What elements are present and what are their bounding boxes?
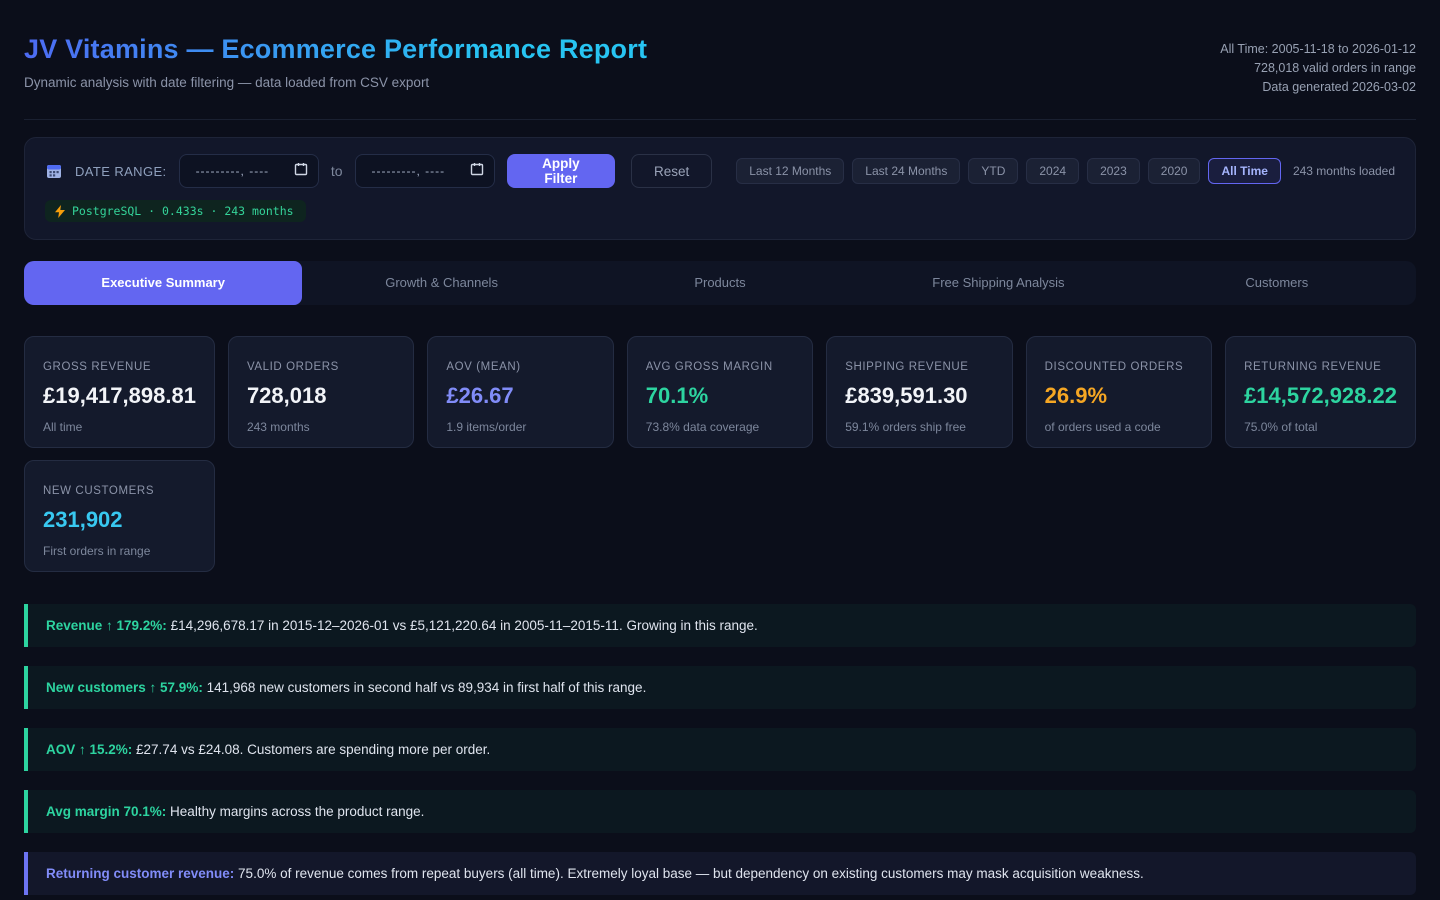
date-picker-icon[interactable] xyxy=(294,162,308,181)
page-subtitle: Dynamic analysis with date filtering — d… xyxy=(24,75,647,90)
kpi-sub: 59.1% orders ship free xyxy=(845,420,993,434)
tab-bar: Executive Summary Growth & Channels Prod… xyxy=(24,261,1416,305)
kpi-card-new-customers: NEW CUSTOMERS 231,902 First orders in ra… xyxy=(24,460,215,572)
tab-products[interactable]: Products xyxy=(581,261,859,305)
end-date-input[interactable]: ---------, ---- xyxy=(355,154,495,188)
header-meta: All Time: 2005-11-18 to 2026-01-12 728,0… xyxy=(1220,34,1416,97)
start-date-placeholder: ---------, ---- xyxy=(196,164,270,178)
insight-lead: AOV ↑ 15.2%: xyxy=(46,742,132,757)
kpi-value: £14,572,928.22 xyxy=(1244,383,1397,409)
date-picker-icon[interactable] xyxy=(470,162,484,181)
chip-all-time[interactable]: All Time xyxy=(1208,158,1280,184)
insight-body: 141,968 new customers in second half vs … xyxy=(203,680,647,695)
kpi-label: RETURNING REVENUE xyxy=(1244,361,1397,373)
kpi-value: £839,591.30 xyxy=(845,383,993,409)
insight-revenue-growth: Revenue ↑ 179.2%: £14,296,678.17 in 2015… xyxy=(24,604,1416,647)
kpi-card-aov-mean: AOV (MEAN) £26.67 1.9 items/order xyxy=(427,336,613,448)
tab-growth-channels[interactable]: Growth & Channels xyxy=(302,261,580,305)
insight-lead: Revenue ↑ 179.2%: xyxy=(46,618,167,633)
kpi-grid: GROSS REVENUE £19,417,898.81 All time VA… xyxy=(24,336,1416,572)
tab-free-shipping-analysis[interactable]: Free Shipping Analysis xyxy=(859,261,1137,305)
quick-filter-chips: Last 12 Months Last 24 Months YTD 2024 2… xyxy=(736,158,1281,184)
kpi-label: DISCOUNTED ORDERS xyxy=(1045,361,1193,373)
kpi-label: SHIPPING REVENUE xyxy=(845,361,993,373)
reset-button[interactable]: Reset xyxy=(631,154,712,188)
insight-text: New customers ↑ 57.9%: 141,968 new custo… xyxy=(46,680,646,695)
date-range-label: DATE RANGE: xyxy=(75,164,167,179)
tab-executive-summary[interactable]: Executive Summary xyxy=(24,261,302,305)
kpi-label: AVG GROSS MARGIN xyxy=(646,361,794,373)
kpi-value: 26.9% xyxy=(1045,383,1193,409)
kpi-card-gross-revenue: GROSS REVENUE £19,417,898.81 All time xyxy=(24,336,215,448)
insight-lead: Returning customer revenue: xyxy=(46,866,234,881)
insight-lead: New customers ↑ 57.9%: xyxy=(46,680,203,695)
kpi-value: £19,417,898.81 xyxy=(43,383,196,409)
tab-customers[interactable]: Customers xyxy=(1138,261,1416,305)
insight-text: Avg margin 70.1%: Healthy margins across… xyxy=(46,804,424,819)
calendar-icon xyxy=(45,162,63,180)
kpi-label: AOV (MEAN) xyxy=(446,361,594,373)
filter-row: DATE RANGE: ---------, ---- to ---------… xyxy=(45,154,1395,188)
kpi-sub: First orders in range xyxy=(43,544,196,558)
kpi-label: VALID ORDERS xyxy=(247,361,395,373)
to-label: to xyxy=(331,163,343,179)
insights-list: Revenue ↑ 179.2%: £14,296,678.17 in 2015… xyxy=(24,604,1416,895)
insight-returning-revenue: Returning customer revenue: 75.0% of rev… xyxy=(24,852,1416,895)
kpi-value: 231,902 xyxy=(43,507,196,533)
months-loaded-text: 243 months loaded xyxy=(1293,164,1395,178)
insight-body: £14,296,678.17 in 2015-12–2026-01 vs £5,… xyxy=(167,618,758,633)
kpi-sub: 73.8% data coverage xyxy=(646,420,794,434)
kpi-value: 70.1% xyxy=(646,383,794,409)
lightning-icon xyxy=(55,205,65,218)
kpi-label: GROSS REVENUE xyxy=(43,361,196,373)
chip-last-12-months[interactable]: Last 12 Months xyxy=(736,158,844,184)
start-date-input[interactable]: ---------, ---- xyxy=(179,154,319,188)
kpi-sub: All time xyxy=(43,420,196,434)
kpi-sub: of orders used a code xyxy=(1045,420,1193,434)
kpi-label: NEW CUSTOMERS xyxy=(43,485,196,497)
kpi-sub: 75.0% of total xyxy=(1244,420,1397,434)
chip-ytd[interactable]: YTD xyxy=(968,158,1018,184)
filter-panel: DATE RANGE: ---------, ---- to ---------… xyxy=(24,137,1416,240)
insight-body: Healthy margins across the product range… xyxy=(166,804,424,819)
db-status-text: PostgreSQL · 0.433s · 243 months xyxy=(72,204,294,218)
insight-new-customers: New customers ↑ 57.9%: 141,968 new custo… xyxy=(24,666,1416,709)
kpi-value: 728,018 xyxy=(247,383,395,409)
report-header: JV Vitamins — Ecommerce Performance Repo… xyxy=(24,0,1416,120)
insight-aov: AOV ↑ 15.2%: £27.74 vs £24.08. Customers… xyxy=(24,728,1416,771)
kpi-card-discounted-orders: DISCOUNTED ORDERS 26.9% of orders used a… xyxy=(1026,336,1212,448)
meta-generated: Data generated 2026-03-02 xyxy=(1220,78,1416,97)
kpi-card-valid-orders: VALID ORDERS 728,018 243 months xyxy=(228,336,414,448)
chip-2024[interactable]: 2024 xyxy=(1026,158,1079,184)
kpi-sub: 243 months xyxy=(247,420,395,434)
insight-text: AOV ↑ 15.2%: £27.74 vs £24.08. Customers… xyxy=(46,742,490,757)
insight-text: Revenue ↑ 179.2%: £14,296,678.17 in 2015… xyxy=(46,618,758,633)
insight-lead: Avg margin 70.1%: xyxy=(46,804,166,819)
kpi-sub: 1.9 items/order xyxy=(446,420,594,434)
kpi-card-avg-gross-margin: AVG GROSS MARGIN 70.1% 73.8% data covera… xyxy=(627,336,813,448)
kpi-value: £26.67 xyxy=(446,383,594,409)
meta-range: All Time: 2005-11-18 to 2026-01-12 xyxy=(1220,40,1416,59)
chip-last-24-months[interactable]: Last 24 Months xyxy=(852,158,960,184)
db-status-badge: PostgreSQL · 0.433s · 243 months xyxy=(45,200,306,222)
header-titles: JV Vitamins — Ecommerce Performance Repo… xyxy=(24,34,647,90)
kpi-card-returning-revenue: RETURNING REVENUE £14,572,928.22 75.0% o… xyxy=(1225,336,1416,448)
chip-2020[interactable]: 2020 xyxy=(1148,158,1201,184)
end-date-placeholder: ---------, ---- xyxy=(372,164,446,178)
insight-body: 75.0% of revenue comes from repeat buyer… xyxy=(234,866,1143,881)
apply-filter-button[interactable]: Apply Filter xyxy=(507,154,615,188)
chip-2023[interactable]: 2023 xyxy=(1087,158,1140,184)
insight-avg-margin: Avg margin 70.1%: Healthy margins across… xyxy=(24,790,1416,833)
kpi-card-shipping-revenue: SHIPPING REVENUE £839,591.30 59.1% order… xyxy=(826,336,1012,448)
insight-text: Returning customer revenue: 75.0% of rev… xyxy=(46,866,1144,881)
page-title: JV Vitamins — Ecommerce Performance Repo… xyxy=(24,34,647,65)
insight-body: £27.74 vs £24.08. Customers are spending… xyxy=(132,742,490,757)
meta-orders: 728,018 valid orders in range xyxy=(1220,59,1416,78)
